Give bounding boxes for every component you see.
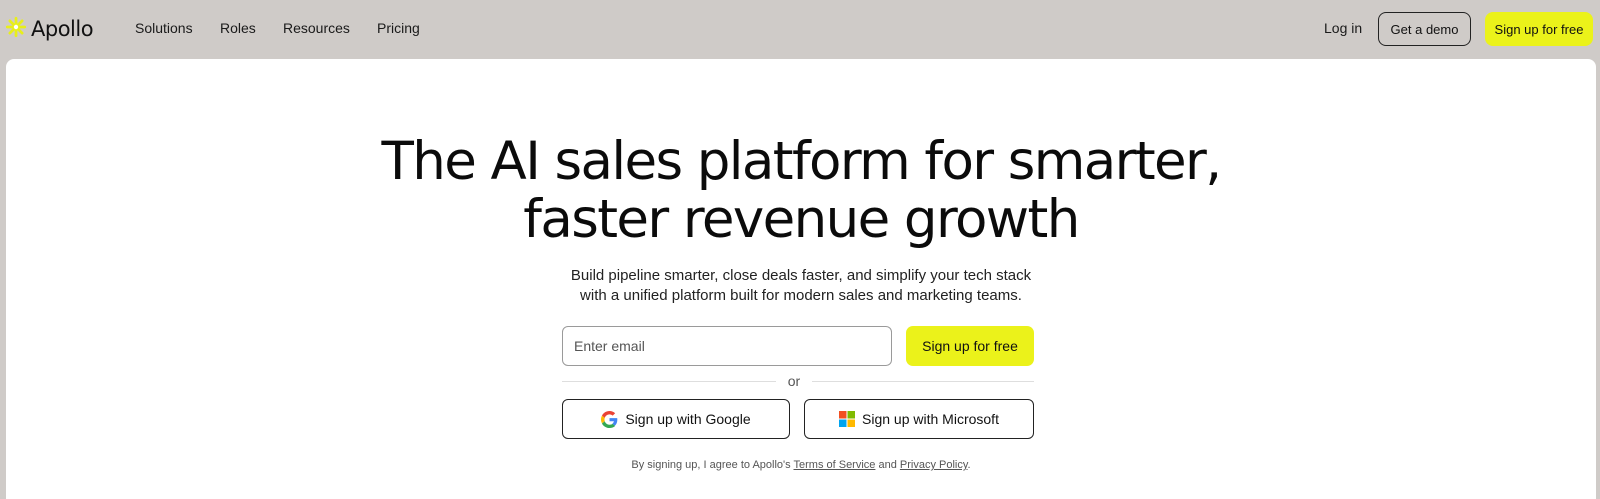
hero-card: The AI sales platform for smarter, faste…: [6, 59, 1596, 499]
terms-middle: and: [875, 459, 900, 471]
header-signup-button[interactable]: Sign up for free: [1485, 12, 1593, 46]
top-navigation: Apollo Solutions Roles Resources Pricing…: [0, 0, 1600, 58]
nav-pricing[interactable]: Pricing: [377, 20, 420, 36]
divider-right: [812, 381, 1034, 382]
hero-title-line-2: faster revenue growth: [523, 189, 1080, 250]
microsoft-signup-button[interactable]: Sign up with Microsoft: [804, 399, 1034, 439]
brand-logo[interactable]: Apollo: [5, 15, 94, 43]
hero-title-line-1: The AI sales platform for smarter,: [381, 131, 1223, 192]
google-signup-button[interactable]: Sign up with Google: [562, 399, 790, 439]
google-g-icon: [601, 410, 618, 428]
email-input[interactable]: [562, 326, 892, 366]
microsoft-logo-icon: [839, 411, 856, 427]
terms-prefix: By signing up, I agree to Apollo's: [631, 459, 794, 471]
apollo-asterisk-icon: [5, 16, 27, 42]
or-divider-text: or: [787, 373, 801, 389]
hero-title: The AI sales platform for smarter, faste…: [6, 133, 1596, 249]
login-link[interactable]: Log in: [1324, 20, 1362, 36]
google-signup-label: Sign up with Google: [625, 411, 751, 427]
nav-solutions[interactable]: Solutions: [135, 20, 193, 36]
signup-submit-button[interactable]: Sign up for free: [906, 326, 1034, 366]
hero-subtitle-line-2: with a unified platform built for modern…: [580, 287, 1022, 304]
divider-left: [562, 381, 776, 382]
brand-name: Apollo: [31, 17, 94, 41]
terms-notice: By signing up, I agree to Apollo's Terms…: [6, 459, 1596, 471]
privacy-policy-link[interactable]: Privacy Policy: [900, 459, 968, 471]
hero-subtitle: Build pipeline smarter, close deals fast…: [6, 266, 1596, 306]
nav-resources[interactable]: Resources: [283, 20, 350, 36]
microsoft-signup-label: Sign up with Microsoft: [862, 411, 999, 427]
get-demo-button[interactable]: Get a demo: [1378, 12, 1471, 46]
nav-roles[interactable]: Roles: [220, 20, 256, 36]
hero-subtitle-line-1: Build pipeline smarter, close deals fast…: [570, 267, 1032, 284]
terms-suffix: .: [967, 459, 971, 471]
terms-of-service-link[interactable]: Terms of Service: [794, 459, 876, 471]
